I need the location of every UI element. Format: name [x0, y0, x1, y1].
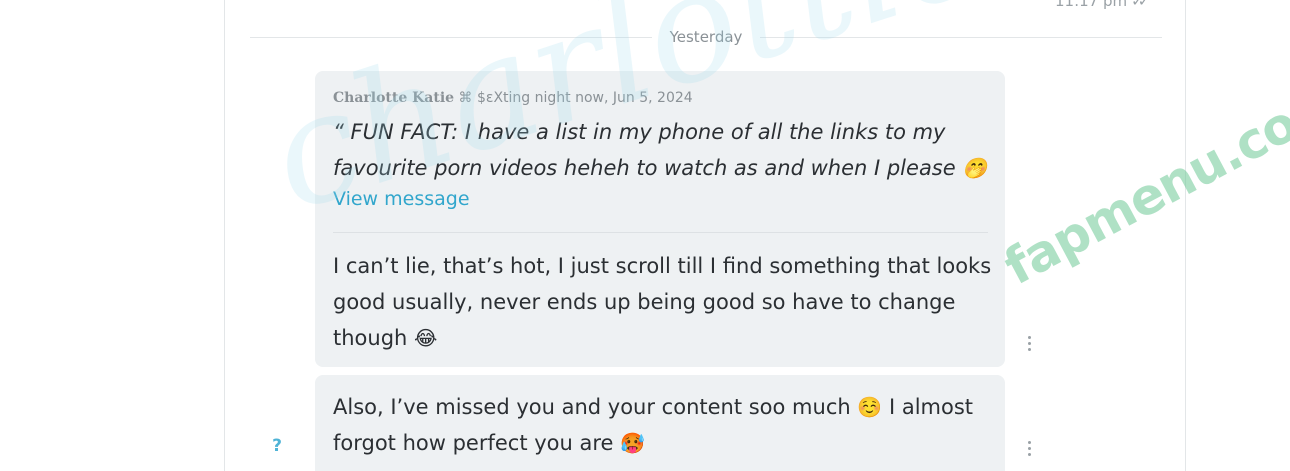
message-options-icon[interactable] [1026, 441, 1032, 456]
quoted-author-suffix: ⌘ $εXting night [458, 90, 571, 106]
quoted-author-name: Charlotte Katie [333, 90, 455, 106]
reply-message-text: I can’t lie, that’s hot, I just scroll t… [333, 248, 993, 356]
date-divider: Yesterday [250, 26, 1163, 48]
followup-text-body: Also, I’ve missed you and your content s… [333, 395, 851, 419]
quoted-message-text: “ FUN FACT: I have a list in my phone of… [333, 114, 993, 186]
read-receipt-icon: ✓✓ [1131, 0, 1150, 10]
help-icon[interactable]: ? [268, 436, 286, 458]
laughing-emoji-icon: 😂 [414, 326, 438, 350]
view-message-link[interactable]: View message [333, 188, 470, 210]
date-divider-label: Yesterday [669, 28, 743, 46]
hot-face-emoji-icon: 🥵 [620, 431, 646, 455]
divider-line-right [760, 36, 1163, 38]
timestamp-text: 11:17 pm [1055, 0, 1128, 10]
quoted-text-body: “ FUN FACT: I have a list in my phone of… [333, 120, 956, 180]
hand-over-mouth-emoji-icon: 🤭 [962, 156, 988, 180]
quote-separator [333, 232, 988, 233]
quoted-time: now, Jun 5, 2024 [575, 90, 693, 106]
message-options-icon[interactable] [1026, 336, 1032, 351]
divider-line-left [250, 36, 652, 38]
smiling-emoji-icon: ☺️ [857, 395, 883, 419]
chat-screen: 11:17 pm ✓✓ Yesterday Charlotte Katie ⌘ … [0, 0, 1290, 471]
followup-message-text: Also, I’ve missed you and your content s… [333, 389, 993, 461]
quoted-message-header: Charlotte Katie ⌘ $εXting night now, Jun… [333, 90, 693, 106]
message-timestamp: 11:17 pm ✓✓ [1055, 0, 1150, 10]
